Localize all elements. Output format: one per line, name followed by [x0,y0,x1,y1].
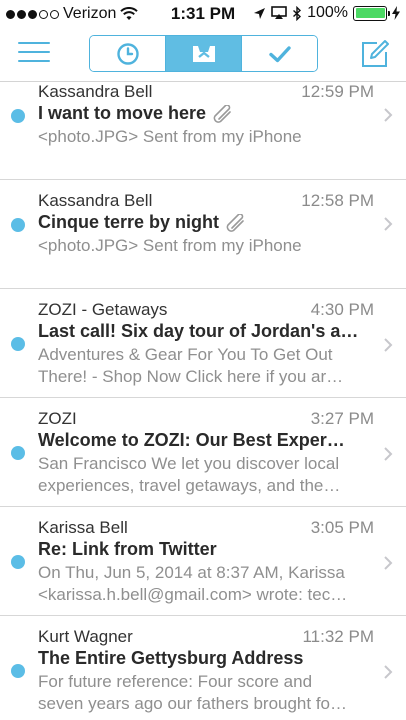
message-preview: San Francisco We let you discover local e… [38,453,376,497]
message-subject-line: Welcome to ZOZI: Our Best Exper… [38,430,376,451]
message-preview-line: <karissa.h.bell@gmail.com> wrote: tec… [38,585,348,604]
bluetooth-icon [293,5,302,21]
message-preview: <photo.JPG> Sent from my iPhone [38,126,376,148]
clock-icon [116,42,139,65]
inbox-tab[interactable] [166,36,242,71]
status-right: 100% [253,4,400,22]
unread-indicator [11,337,25,351]
top-toolbar [0,28,406,82]
message-preview-line: There! - Shop Now Click here if you ar… [38,367,344,386]
message-sender: Kassandra Bell [38,191,153,210]
message-time: 12:59 PM [301,82,374,101]
message-sender: ZOZI - Getaways [38,300,168,319]
message-subject-line: Cinque terre by night [38,212,376,233]
message-subject: Welcome to ZOZI: Our Best Exper… [38,430,345,450]
message-subject-line: Re: Link from Twitter [38,539,376,560]
message-row[interactable]: Karissa Bell 3:05 PM Re: Link from Twitte… [0,507,406,616]
chevron-right-icon [384,338,393,352]
message-sender: ZOZI [38,409,77,428]
message-row[interactable]: Kurt Wagner 11:32 PM The Entire Gettysbur… [0,616,406,720]
message-row[interactable]: ZOZI - Getaways 4:30 PM Last call! Six da… [0,289,406,398]
message-subject: Last call! Six day tour of Jordan's a… [38,321,359,341]
battery-icon [353,5,390,21]
message-preview-line: seven years ago our fathers brought fo… [38,694,348,713]
message-time: 11:32 PM [302,627,374,646]
message-preview-line: On Thu, Jun 5, 2014 at 8:37 AM, Karissa [38,563,345,582]
message-row[interactable]: Kassandra Bell 12:58 PM Cinque terre by n… [0,180,406,289]
message-subject: I want to move here [38,103,207,123]
mailbox-segmented-control [89,35,318,72]
chevron-right-icon [384,447,393,461]
unread-indicator [11,555,25,569]
message-subject-line: The Entire Gettysburg Address [38,648,376,669]
message-preview: On Thu, Jun 5, 2014 at 8:37 AM, Karissa <… [38,562,376,606]
message-time: 12:58 PM [301,191,374,210]
later-tab[interactable] [90,36,166,71]
message-preview-line: <photo.JPG> Sent from my iPhone [38,236,302,255]
chevron-right-icon [384,556,393,570]
hamburger-menu-icon[interactable] [18,42,50,66]
paperclip-icon [213,104,231,123]
battery-percent: 100% [307,4,348,21]
unread-indicator [11,218,25,232]
message-sender: Karissa Bell [38,518,128,537]
done-tab[interactable] [242,36,317,71]
message-time: 3:27 PM [310,409,374,428]
message-list: Kassandra Bell 12:59 PM I want to move he… [0,82,406,720]
charging-bolt-icon [392,6,400,20]
chevron-right-icon [384,108,393,122]
message-subject-line: Last call! Six day tour of Jordan's a… [38,321,376,342]
unread-indicator [11,664,25,678]
message-subject: The Entire Gettysburg Address [38,648,304,668]
message-preview: For future reference: Four score and seve… [38,671,376,715]
message-preview-line: Adventures & Gear For You To Get Out [38,345,333,364]
chevron-right-icon [384,665,393,679]
chevron-right-icon [384,217,393,231]
unread-indicator [11,109,25,123]
message-time: 4:30 PM [310,300,374,319]
airplay-icon [271,6,287,19]
message-sender: Kurt Wagner [38,627,133,646]
message-row[interactable]: ZOZI 3:27 PM Welcome to ZOZI: Our Best Ex… [0,398,406,507]
inbox-tray-icon [192,45,215,62]
message-preview: <photo.JPG> Sent from my iPhone [38,235,376,257]
message-time: 3:05 PM [310,518,374,537]
message-preview-line: For future reference: Four score and [38,672,313,691]
paperclip-icon [226,213,244,232]
message-preview-line: <photo.JPG> Sent from my iPhone [38,127,302,146]
message-row[interactable]: Kassandra Bell 12:59 PM I want to move he… [0,82,406,180]
message-preview-line: San Francisco We let you discover local [38,454,340,473]
message-subject: Cinque terre by night [38,212,220,232]
message-preview: Adventures & Gear For You To Get Out Ther… [38,344,376,388]
status-bar: Verizon 1:31 PM 100% [0,0,406,28]
unread-indicator [11,446,25,460]
message-sender: Kassandra Bell [38,82,153,101]
message-preview-line: experiences, travel getaways, and the… [38,476,341,495]
message-subject: Re: Link from Twitter [38,539,217,559]
message-subject-line: I want to move here [38,103,376,124]
battery-level [355,8,385,18]
compose-icon[interactable] [360,39,390,69]
location-arrow-icon [254,7,266,19]
checkmark-icon [268,45,291,62]
